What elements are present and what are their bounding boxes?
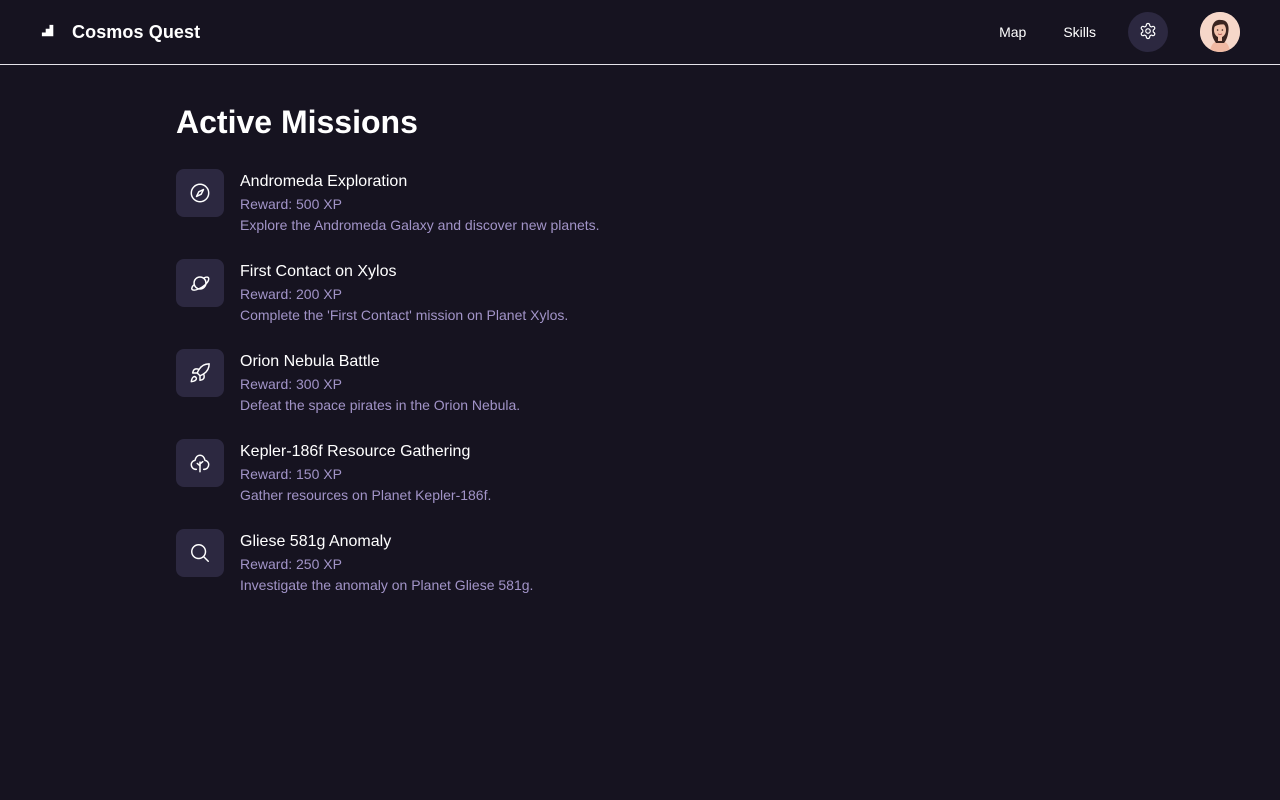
page-title: Active Missions: [176, 104, 418, 140]
mission-reward: Reward: 250 XP: [240, 556, 342, 572]
user-avatar[interactable]: [1200, 12, 1240, 52]
logo-icon: [40, 24, 56, 40]
gear-icon: [1139, 22, 1157, 43]
app-title: Cosmos Quest: [72, 21, 201, 42]
settings-button[interactable]: [1128, 12, 1168, 52]
mission-name: Andromeda Exploration: [240, 173, 408, 190]
compass-icon: [176, 169, 224, 217]
main-content: Active Missions Andromeda Exploration Re…: [176, 104, 876, 619]
mission-description: Explore the Andromeda Galaxy and discove…: [240, 217, 600, 233]
mission-item[interactable]: Andromeda Exploration Reward: 500 XP Exp…: [176, 169, 876, 259]
mission-reward: Reward: 150 XP: [240, 466, 342, 482]
nav-link-skills[interactable]: Skills: [1063, 24, 1096, 40]
mission-item[interactable]: Gliese 581g Anomaly Reward: 250 XP Inves…: [176, 529, 876, 619]
search-icon: [176, 529, 224, 577]
tree-icon: [176, 439, 224, 487]
mission-name: Gliese 581g Anomaly: [240, 533, 392, 550]
brand[interactable]: Cosmos Quest: [40, 22, 200, 43]
avatar-illustration: [1200, 12, 1240, 52]
rocket-icon: [176, 349, 224, 397]
top-nav: Map Skills: [999, 12, 1240, 52]
mission-reward: Reward: 300 XP: [240, 376, 342, 392]
planet-icon: [176, 259, 224, 307]
mission-description: Gather resources on Planet Kepler-186f.: [240, 487, 492, 503]
mission-name: First Contact on Xylos: [240, 263, 397, 280]
mission-reward: Reward: 200 XP: [240, 286, 342, 302]
nav-link-map[interactable]: Map: [999, 24, 1026, 40]
mission-item[interactable]: First Contact on Xylos Reward: 200 XP Co…: [176, 259, 876, 349]
mission-item[interactable]: Kepler-186f Resource Gathering Reward: 1…: [176, 439, 876, 529]
mission-description: Investigate the anomaly on Planet Gliese…: [240, 577, 534, 593]
mission-reward: Reward: 500 XP: [240, 196, 342, 212]
mission-name: Kepler-186f Resource Gathering: [240, 443, 471, 460]
mission-item[interactable]: Orion Nebula Battle Reward: 300 XP Defea…: [176, 349, 876, 439]
top-bar: Cosmos Quest Map Skills: [0, 0, 1280, 65]
mission-description: Defeat the space pirates in the Orion Ne…: [240, 397, 521, 413]
missions-list: Andromeda Exploration Reward: 500 XP Exp…: [176, 169, 876, 619]
mission-description: Complete the 'First Contact' mission on …: [240, 307, 569, 323]
mission-name: Orion Nebula Battle: [240, 353, 380, 370]
